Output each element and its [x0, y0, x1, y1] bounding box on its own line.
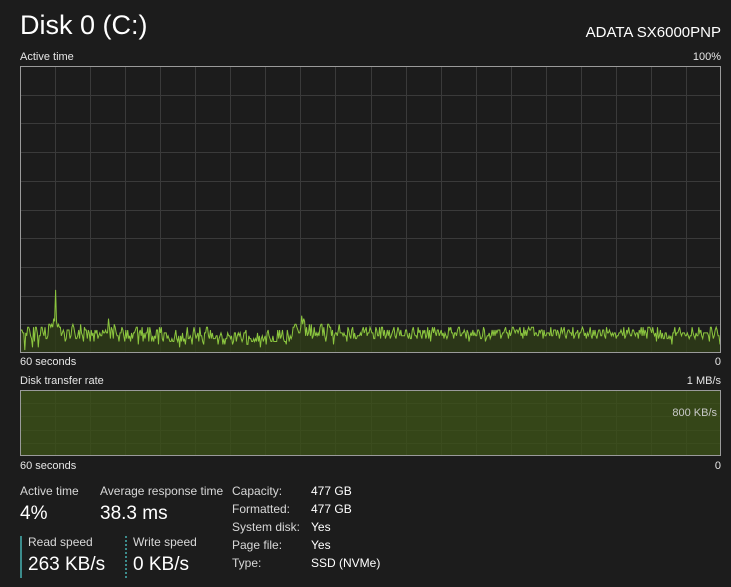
chart-grid [20, 66, 721, 353]
transfer-rate-span-label: 60 seconds [20, 460, 77, 472]
active-time-stat-label: Active time [20, 484, 79, 498]
property-value: 477 GB [311, 484, 352, 498]
active-time-min-label: 0 [714, 356, 721, 368]
disk-title: Disk 0 (C:) [20, 10, 148, 40]
active-time-chart [20, 66, 721, 353]
read-speed-value: 263 KB/s [28, 554, 106, 575]
property-value: SSD (NVMe) [311, 556, 381, 570]
property-label: Page file: [232, 538, 283, 552]
write-speed-label: Write speed [133, 535, 197, 549]
active-time-chart-label: Active time [20, 51, 74, 63]
response-time-stat-value: 38.3 ms [100, 503, 168, 524]
read-speed-label: Read speed [28, 535, 93, 549]
transfer-rate-max-label: 1 MB/s [686, 375, 721, 387]
transfer-rate-mid-label: 800 KB/s [672, 407, 717, 419]
property-value: 477 GB [311, 502, 352, 516]
read-speed-indicator [20, 536, 22, 578]
property-value: Yes [311, 538, 331, 552]
disk-model: ADATA SX6000PNP [585, 24, 721, 41]
property-label: Type: [232, 556, 262, 570]
property-label: System disk: [232, 520, 301, 534]
active-time-graph [20, 66, 721, 353]
transfer-rate-graph [20, 390, 721, 456]
property-label: Capacity: [232, 484, 283, 498]
property-value: Yes [311, 520, 331, 534]
active-time-span-label: 60 seconds [20, 356, 77, 368]
active-time-stat-value: 4% [20, 503, 48, 524]
response-time-stat-label: Average response time [100, 484, 224, 498]
property-label: Formatted: [232, 502, 291, 516]
transfer-rate-chart: 800 KB/s [20, 390, 721, 456]
write-speed-value: 0 KB/s [133, 554, 189, 575]
active-time-max-label: 100% [692, 51, 721, 63]
read-speed-series-area [20, 390, 720, 456]
transfer-rate-min-label: 0 [714, 460, 721, 472]
transfer-rate-chart-label: Disk transfer rate [20, 375, 104, 387]
write-speed-indicator [125, 536, 127, 578]
